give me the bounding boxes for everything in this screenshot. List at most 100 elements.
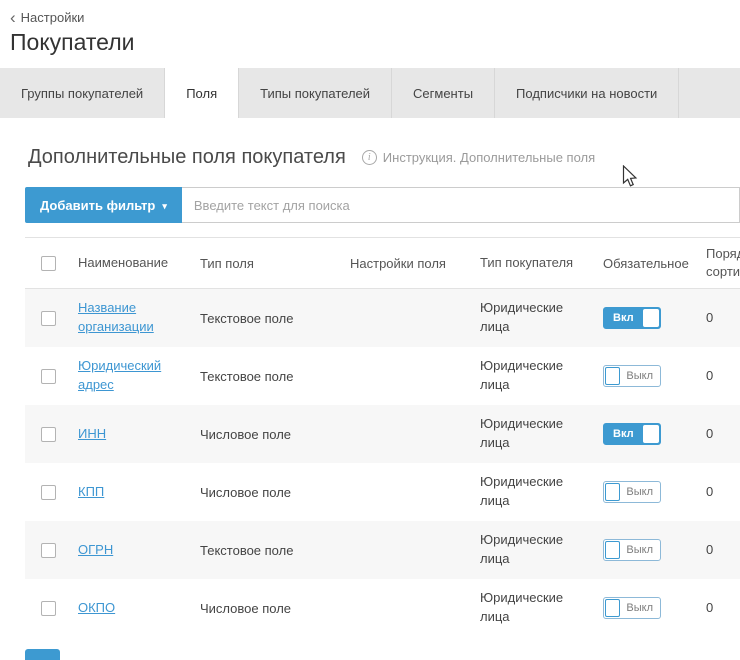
table-header-row: Наименование Тип поля Настройки поля Тип… (25, 237, 740, 289)
caret-down-icon: ▾ (162, 201, 167, 212)
toggle-knob (605, 483, 620, 501)
row-checkbox[interactable] (41, 543, 56, 558)
instruction-link[interactable]: i Инструкция. Дополнительные поля (362, 150, 595, 165)
add-field-button-partial[interactable] (25, 649, 60, 660)
table-row: Название организации Текстовое поле Юрид… (25, 289, 740, 347)
field-name-cell: КПП (69, 483, 200, 502)
toggle-label: Выкл (626, 602, 653, 614)
toggle-knob (643, 425, 659, 443)
chevron-left-icon: ‹ (10, 12, 16, 24)
instruction-link-label: Инструкция. Дополнительные поля (383, 150, 595, 165)
row-checkbox[interactable] (41, 427, 56, 442)
toggle-knob (605, 367, 620, 385)
field-name-cell: Юридический адрес (69, 357, 200, 395)
table-row: ОКПО Числовое поле Юридические лица Выкл… (25, 579, 740, 637)
table-row: ОГРН Текстовое поле Юридические лица Вык… (25, 521, 740, 579)
toggle-label: Выкл (626, 486, 653, 498)
required-cell: Выкл (603, 365, 703, 387)
field-name-link[interactable]: КПП (78, 484, 104, 499)
page: ‹ Настройки Покупатели Группы покупателе… (0, 0, 740, 660)
row-checkbox[interactable] (41, 485, 56, 500)
field-name-link[interactable]: Название организации (78, 300, 154, 334)
required-cell: Вкл (603, 307, 703, 329)
select-all-checkbox[interactable] (41, 256, 56, 271)
page-title: Покупатели (0, 25, 740, 56)
required-toggle[interactable]: Выкл (603, 539, 661, 561)
breadcrumb[interactable]: ‹ Настройки (0, 0, 84, 25)
field-name-link[interactable]: ИНН (78, 426, 106, 441)
toggle-knob (605, 599, 620, 617)
section-header: Дополнительные поля покупателя i Инструк… (28, 146, 740, 169)
required-toggle[interactable]: Вкл (603, 307, 661, 329)
toggle-label: Выкл (626, 544, 653, 556)
header-checkbox-cell (25, 256, 69, 271)
required-cell: Выкл (603, 481, 703, 503)
customer-type-cell: Юридические лица (480, 299, 603, 337)
tab-bar: Группы покупателей Поля Типы покупателей… (0, 68, 740, 118)
field-type-cell: Текстовое поле (200, 543, 350, 558)
header-customer-type: Тип покупателя (480, 254, 603, 273)
tab-label: Подписчики на новости (516, 86, 657, 101)
tab-customer-groups[interactable]: Группы покупателей (0, 68, 165, 118)
field-type-cell: Числовое поле (200, 601, 350, 616)
sort-order-cell: 0 (703, 367, 740, 385)
field-type-cell: Числовое поле (200, 485, 350, 500)
tab-label: Поля (186, 86, 217, 101)
info-icon: i (362, 150, 377, 165)
row-checkbox-cell (25, 485, 69, 500)
header-field-type: Тип поля (200, 256, 350, 271)
row-checkbox-cell (25, 311, 69, 326)
toggle-label: Вкл (613, 428, 634, 440)
tab-label: Группы покупателей (21, 86, 143, 101)
fields-table: Наименование Тип поля Настройки поля Тип… (25, 237, 740, 637)
search-input[interactable] (182, 187, 740, 223)
customer-type-cell: Юридические лица (480, 589, 603, 627)
field-name-cell: ИНН (69, 425, 200, 444)
header-required: Обязательное (603, 256, 703, 271)
row-checkbox-cell (25, 601, 69, 616)
row-checkbox[interactable] (41, 601, 56, 616)
field-name-cell: Название организации (69, 299, 200, 337)
required-toggle[interactable]: Выкл (603, 481, 661, 503)
toggle-knob (643, 309, 659, 327)
section-title: Дополнительные поля покупателя (28, 146, 346, 169)
tab-segments[interactable]: Сегменты (392, 68, 495, 118)
field-name-link[interactable]: ОГРН (78, 542, 113, 557)
row-checkbox-cell (25, 543, 69, 558)
row-checkbox[interactable] (41, 369, 56, 384)
table-row: Юридический адрес Текстовое поле Юридиче… (25, 347, 740, 405)
sort-order-cell: 0 (703, 483, 740, 501)
add-filter-button[interactable]: Добавить фильтр ▾ (25, 187, 182, 223)
toggle-label: Вкл (613, 312, 634, 324)
customer-type-cell: Юридические лица (480, 531, 603, 569)
header-field-settings: Настройки поля (350, 256, 480, 271)
customer-type-cell: Юридические лица (480, 473, 603, 511)
table-row: ИНН Числовое поле Юридические лица Вкл 0 (25, 405, 740, 463)
row-checkbox[interactable] (41, 311, 56, 326)
required-cell: Выкл (603, 597, 703, 619)
field-name-cell: ОКПО (69, 599, 200, 618)
required-toggle[interactable]: Выкл (603, 365, 661, 387)
toggle-knob (605, 541, 620, 559)
tab-fields[interactable]: Поля (165, 68, 239, 118)
required-cell: Выкл (603, 539, 703, 561)
sort-order-cell: 0 (703, 599, 740, 617)
tab-newsletter-subscribers[interactable]: Подписчики на новости (495, 68, 679, 118)
row-checkbox-cell (25, 369, 69, 384)
field-name-link[interactable]: Юридический адрес (78, 358, 161, 392)
table-row: КПП Числовое поле Юридические лица Выкл … (25, 463, 740, 521)
tab-bar-filler (679, 68, 740, 118)
tab-label: Типы покупателей (260, 86, 370, 101)
toggle-label: Выкл (626, 370, 653, 382)
field-type-cell: Числовое поле (200, 427, 350, 442)
customer-type-cell: Юридические лица (480, 415, 603, 453)
sort-order-cell: 0 (703, 541, 740, 559)
breadcrumb-label: Настройки (21, 10, 85, 25)
header-name: Наименование (69, 254, 200, 273)
required-toggle[interactable]: Выкл (603, 597, 661, 619)
required-cell: Вкл (603, 423, 703, 445)
tab-customer-types[interactable]: Типы покупателей (239, 68, 392, 118)
field-name-link[interactable]: ОКПО (78, 600, 115, 615)
field-name-cell: ОГРН (69, 541, 200, 560)
required-toggle[interactable]: Вкл (603, 423, 661, 445)
